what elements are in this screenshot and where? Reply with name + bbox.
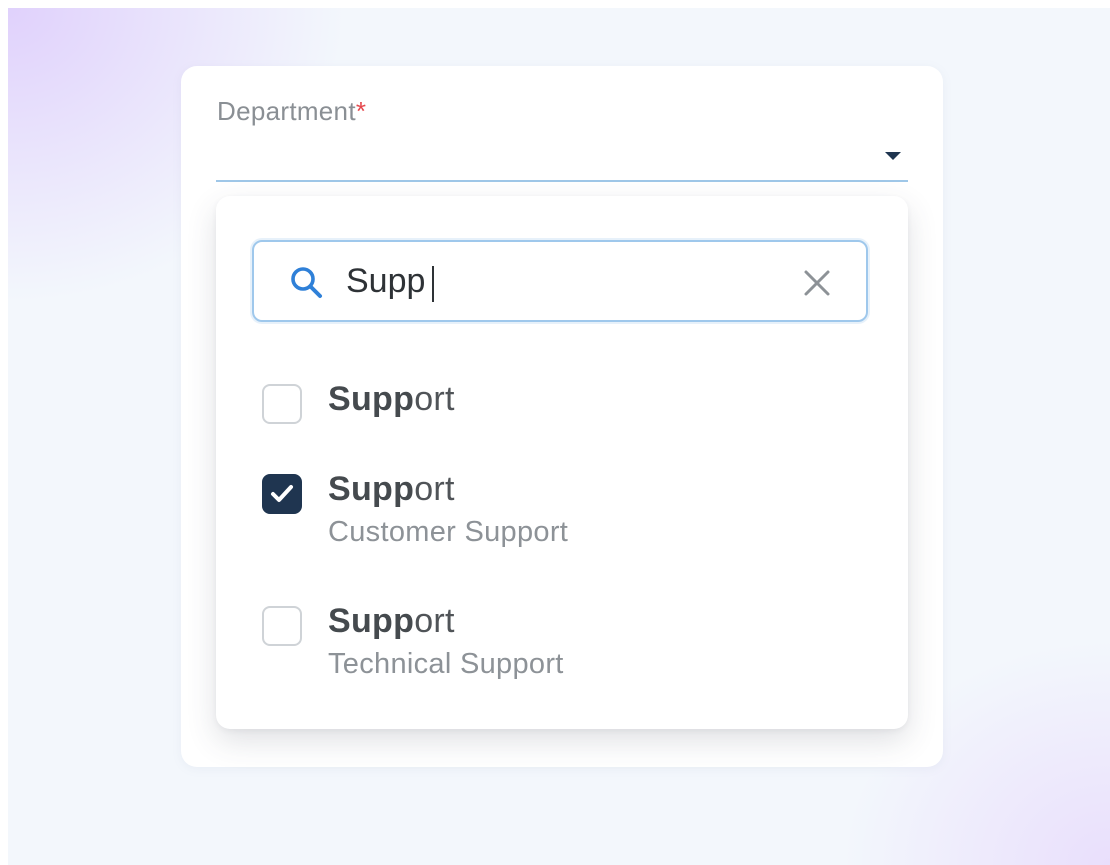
option-title-rest: ort (414, 470, 455, 508)
option-title-match: Supp (328, 380, 415, 418)
option-checkbox-checked[interactable] (262, 474, 302, 514)
option-subtitle: Customer Support (328, 516, 569, 548)
department-select-underline[interactable] (216, 180, 908, 182)
option-title: Support (328, 380, 455, 419)
option-title: Support (328, 602, 455, 641)
option-support-technical[interactable]: Support Technical Support (262, 602, 822, 694)
option-title-rest: ort (414, 380, 455, 418)
department-label-text: Department (217, 96, 356, 126)
option-checkbox[interactable] (262, 384, 302, 424)
option-title: Support (328, 470, 455, 509)
close-icon[interactable] (802, 268, 832, 298)
search-box[interactable] (252, 240, 868, 322)
department-label: Department* (217, 96, 366, 127)
option-title-match: Supp (328, 602, 415, 640)
option-title-rest: ort (414, 602, 455, 640)
option-title-match: Supp (328, 470, 415, 508)
required-marker: * (355, 96, 367, 126)
search-input[interactable] (346, 258, 766, 304)
text-cursor (432, 266, 434, 302)
search-icon (291, 267, 322, 298)
check-icon (271, 485, 293, 502)
option-subtitle: Technical Support (328, 648, 564, 680)
caret-down-icon[interactable] (885, 152, 901, 160)
option-support[interactable]: Support (262, 380, 822, 430)
option-support-customer[interactable]: Support Customer Support (262, 470, 822, 562)
department-dropdown-panel: Support Support Customer Support Support… (216, 196, 908, 729)
option-checkbox[interactable] (262, 606, 302, 646)
